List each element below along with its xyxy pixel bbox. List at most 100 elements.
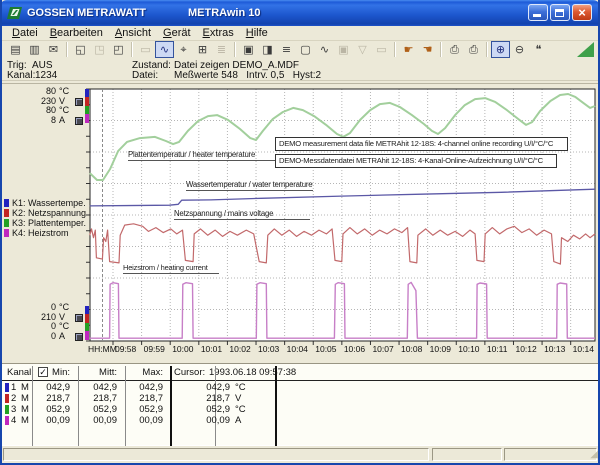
table-header-min[interactable]: Min: bbox=[34, 366, 70, 379]
device-monitor-button[interactable]: ▢ bbox=[296, 41, 315, 58]
window-layout-1-button[interactable]: ◱ bbox=[71, 41, 90, 58]
min-value: 218,7 bbox=[46, 393, 70, 404]
mitt-value: 218,7 bbox=[93, 393, 117, 404]
channel-color-segment bbox=[85, 322, 89, 332]
scale-indicator-icon[interactable] bbox=[75, 97, 83, 106]
x-tick-label: 10:04 bbox=[286, 344, 308, 354]
live-wave-button[interactable]: ∿ bbox=[315, 41, 334, 58]
y-axis-value: 8 bbox=[50, 115, 56, 126]
menu-extras[interactable]: Extras bbox=[197, 27, 240, 39]
menu-datei[interactable]: Datei bbox=[6, 27, 44, 39]
print-button[interactable]: ⎙ bbox=[445, 41, 464, 58]
status-segment-2 bbox=[432, 448, 502, 461]
title-bar[interactable]: GOSSEN METRAWATT METRAwin 10 × bbox=[2, 0, 598, 26]
status-bar: ◢ bbox=[2, 448, 598, 461]
channel-number: 4 bbox=[11, 415, 17, 426]
channel-number: 2 bbox=[11, 393, 17, 404]
legend-label: K1: Wassertempe. bbox=[12, 198, 86, 208]
window-layout-3-button[interactable]: ◰ bbox=[109, 41, 128, 58]
menu-hilfe[interactable]: Hilfe bbox=[240, 27, 274, 39]
toolbar-separator bbox=[234, 42, 236, 57]
menu-gerät[interactable]: Gerät bbox=[157, 27, 197, 39]
mitt-value: 00,09 bbox=[93, 415, 117, 426]
annotation-k4: Heizstrom / heating current bbox=[123, 263, 219, 274]
min-value: 00,09 bbox=[46, 415, 70, 426]
legend-item-k3: K3: Plattentemper. bbox=[4, 218, 86, 228]
toolbar-grow-indicator-icon bbox=[577, 42, 594, 57]
channel-swatch bbox=[5, 416, 9, 425]
view-xy-button[interactable]: ⌖ bbox=[174, 41, 193, 58]
file-new-button[interactable]: ▥ bbox=[25, 41, 44, 58]
max-value: 042,9 bbox=[139, 382, 163, 393]
chart-plot[interactable] bbox=[2, 84, 598, 361]
menu-ansicht[interactable]: Ansicht bbox=[109, 27, 157, 39]
channel-color-segment bbox=[85, 306, 89, 315]
x-tick-label: 10:10 bbox=[458, 344, 480, 354]
app-icon bbox=[7, 7, 22, 19]
table-header-mitt[interactable]: Mitt: bbox=[81, 366, 117, 379]
comment-button[interactable]: ❝ bbox=[529, 41, 548, 58]
y-axis-bottom-labels: 0 °C 210 V 0 °C 0 A bbox=[24, 302, 86, 342]
view-table-button[interactable]: ⊞ bbox=[193, 41, 212, 58]
zoom-in-button[interactable]: ⊕ bbox=[491, 41, 510, 58]
scale-indicator-icon[interactable] bbox=[75, 117, 83, 126]
scale-indicator-icon[interactable] bbox=[75, 313, 83, 322]
x-tick-label: 10:02 bbox=[229, 344, 251, 354]
device-list-button[interactable]: ≡ bbox=[277, 41, 296, 58]
kanal-label: Kanal: bbox=[7, 70, 36, 81]
legend-item-k4: K4: Heizstrom bbox=[4, 228, 86, 238]
window-title-company: GOSSEN METRAWATT bbox=[27, 7, 146, 19]
file-export-button[interactable]: ✉ bbox=[44, 41, 63, 58]
channel-color-segment bbox=[85, 314, 89, 323]
print-preview-button[interactable]: ⎙ bbox=[464, 41, 483, 58]
table-header-cursor-label: Cursor: bbox=[174, 367, 206, 378]
status-segment-3 bbox=[504, 448, 597, 461]
legend-label: K3: Plattentemper. bbox=[12, 218, 87, 228]
x-tick-label: 10:11 bbox=[486, 344, 508, 354]
channel-color-segment bbox=[85, 331, 89, 340]
x-tick-label: 10:07 bbox=[372, 344, 394, 354]
y-axis-unit: A bbox=[59, 331, 66, 342]
menu-bearbeiten[interactable]: Bearbeiten bbox=[44, 27, 109, 39]
view-yt-chart-button[interactable]: ∿ bbox=[155, 41, 174, 58]
legend-swatch bbox=[4, 209, 9, 217]
maximize-icon bbox=[555, 9, 564, 17]
channel-swatch bbox=[5, 394, 9, 403]
toolbar-separator bbox=[486, 42, 488, 57]
annotation-k1: Wassertemperatur / water temperature bbox=[186, 180, 313, 191]
x-tick-label: 10:13 bbox=[544, 344, 566, 354]
table-header-max[interactable]: Max: bbox=[128, 366, 163, 379]
device-read-memory-button[interactable]: ◨ bbox=[258, 41, 277, 58]
minimize-button[interactable] bbox=[528, 4, 548, 21]
zoom-mode-button[interactable]: ⊖ bbox=[510, 41, 529, 58]
channel-number: 3 bbox=[11, 404, 17, 415]
start-recording-button[interactable]: ☛ bbox=[399, 41, 418, 58]
minimize-icon bbox=[533, 14, 541, 17]
datei-value: Meßwerte 548 Intrv. 0,5 Hyst:2 bbox=[174, 70, 322, 81]
min-value: 042,9 bbox=[46, 382, 70, 393]
status-segment-main bbox=[3, 448, 429, 461]
y-axis-value: 0 bbox=[50, 331, 56, 342]
x-axis-labels: HH:MM 09:58 09:59 10:00 10:01 10:02 10:03 10:0… bbox=[2, 344, 598, 356]
toolbar-separator bbox=[394, 42, 396, 57]
channel-swatch bbox=[5, 405, 9, 414]
stop-recording-button[interactable]: ☚ bbox=[418, 41, 437, 58]
annotation-box-de: DEMO-Messdatendatei METRAhit 12-18S: 4-K… bbox=[275, 154, 557, 168]
x-tick-label: 10:12 bbox=[515, 344, 537, 354]
maximize-button[interactable] bbox=[550, 4, 570, 21]
resize-grip-icon[interactable]: ◢ bbox=[590, 449, 598, 461]
scale-indicator-icon[interactable] bbox=[75, 333, 83, 342]
file-chart-button[interactable]: ▤ bbox=[6, 41, 25, 58]
x-tick-label: 09:58 bbox=[114, 344, 137, 354]
mitt-value: 052,9 bbox=[93, 404, 117, 415]
device-read-button[interactable]: ▣ bbox=[239, 41, 258, 58]
channel-mode: M bbox=[21, 404, 29, 415]
cursor-value: 042,9 bbox=[206, 382, 230, 393]
channel-mode: M bbox=[21, 393, 29, 404]
datei-label: Datei: bbox=[132, 70, 159, 81]
app-window: GOSSEN METRAWATT METRAwin 10 × Datei Bear… bbox=[0, 0, 600, 465]
channel-colorbar-bottom bbox=[85, 306, 89, 340]
y-axis-row: 8A bbox=[24, 115, 86, 126]
channel-swatch bbox=[5, 383, 9, 392]
close-button[interactable]: × bbox=[572, 4, 592, 21]
